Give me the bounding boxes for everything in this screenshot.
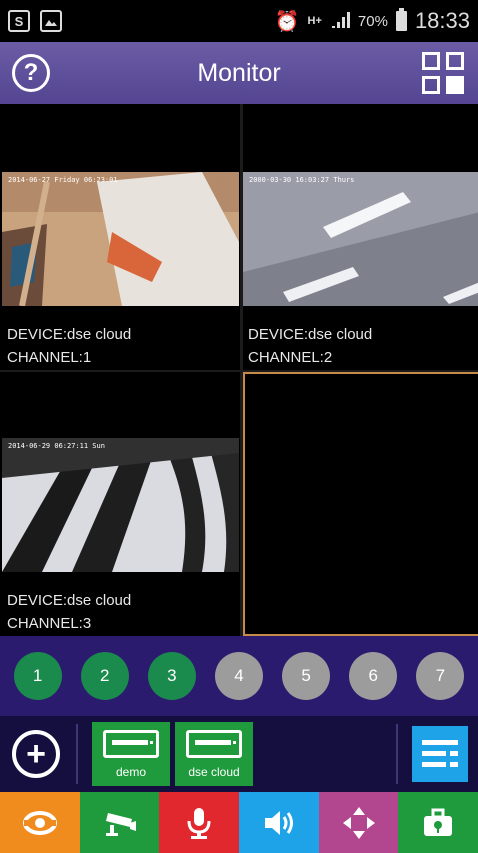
device-name: DEVICE:dse cloud [248, 326, 373, 343]
talk-button[interactable] [159, 792, 240, 853]
camera-timestamp: 2014-06-29 06:27:11 Sun [8, 442, 105, 450]
alarm-icon: ⏰ [274, 10, 300, 33]
device-name: DEVICE:dse cloud [7, 592, 132, 609]
network-type: H+ [307, 15, 322, 27]
camera-view-2[interactable]: 2000-03-30 16:03:27 Thurs DEVICE:dse clo… [243, 106, 478, 370]
channel-button-2[interactable]: 2 [80, 652, 129, 700]
device-dse-cloud[interactable]: dse cloud [175, 722, 253, 786]
toolbox-icon [424, 808, 453, 836]
dvr-icon [103, 730, 159, 758]
skype-icon: S [8, 10, 30, 32]
direction-arrows-icon [342, 806, 375, 839]
tool-bar [0, 792, 478, 853]
channel-name: CHANNEL:1 [7, 349, 92, 366]
separator [396, 724, 398, 784]
channel-button-6[interactable]: 6 [349, 652, 398, 700]
camera-label: DEVICE:dse cloud CHANNEL:2 [248, 323, 372, 369]
signal-icon [330, 10, 350, 33]
channel-name: CHANNEL:2 [248, 349, 333, 366]
device-name: DEVICE:dse cloud [7, 326, 132, 343]
camera-timestamp: 2000-03-30 16:03:27 Thurs [249, 176, 355, 184]
camera-feed-3: 2014-06-29 06:27:11 Sun [2, 438, 239, 572]
camera-view-4-selected[interactable] [243, 372, 478, 636]
channel-bar: 1 2 3 4 5 6 7 [0, 636, 478, 716]
gallery-icon [40, 10, 62, 32]
audio-button[interactable] [239, 792, 319, 853]
battery-icon [395, 8, 407, 31]
video-grid: 2014-06-27 Friday 06:23:01 DEVICE:dse cl… [0, 104, 478, 636]
ptz-button[interactable] [0, 792, 80, 853]
camera-feed-2: 2000-03-30 16:03:27 Thurs [243, 172, 478, 306]
clock: 18:33 [414, 8, 470, 33]
separator [76, 724, 78, 784]
camera-feed-1: 2014-06-27 Friday 06:23:01 [2, 172, 239, 306]
title-bar: ? Monitor [0, 42, 478, 104]
status-bar: S ⏰ H+ 70% 18:33 [0, 0, 478, 42]
direction-button[interactable] [318, 792, 399, 853]
camera-label: DEVICE:dse cloud CHANNEL:1 [7, 323, 131, 369]
channel-name: CHANNEL:3 [7, 615, 92, 632]
add-device-icon[interactable]: + [12, 730, 60, 778]
channel-button-1[interactable]: 1 [13, 652, 62, 700]
microphone-icon [187, 807, 211, 839]
dvr-icon [186, 730, 242, 758]
grid-layout-icon[interactable] [422, 52, 466, 96]
channel-button-4[interactable]: 4 [214, 652, 263, 700]
camera-timestamp: 2014-06-27 Friday 06:23:01 [8, 176, 118, 184]
channel-button-7[interactable]: 7 [416, 652, 465, 700]
page-title: Monitor [197, 58, 281, 87]
camera-view-3[interactable]: 2014-06-29 06:27:11 Sun DEVICE:dse cloud… [2, 372, 239, 636]
record-camera-icon [105, 812, 136, 836]
camera-label: DEVICE:dse cloud CHANNEL:3 [7, 589, 131, 635]
speaker-icon [264, 810, 293, 835]
device-bar: + demo dse cloud [0, 716, 478, 792]
channel-button-3[interactable]: 3 [147, 652, 196, 700]
device-name: demo [115, 765, 147, 779]
device-demo[interactable]: demo [92, 722, 170, 786]
record-button[interactable] [79, 792, 160, 853]
help-icon[interactable]: ? [12, 54, 50, 92]
device-name: dse cloud [188, 765, 240, 779]
ptz-icon [22, 810, 57, 835]
list-menu-icon[interactable] [412, 726, 468, 782]
channel-button-5[interactable]: 5 [282, 652, 331, 700]
settings-button[interactable] [398, 792, 478, 853]
camera-view-1[interactable]: 2014-06-27 Friday 06:23:01 DEVICE:dse cl… [2, 106, 239, 370]
battery-percent: 70% [357, 12, 388, 30]
